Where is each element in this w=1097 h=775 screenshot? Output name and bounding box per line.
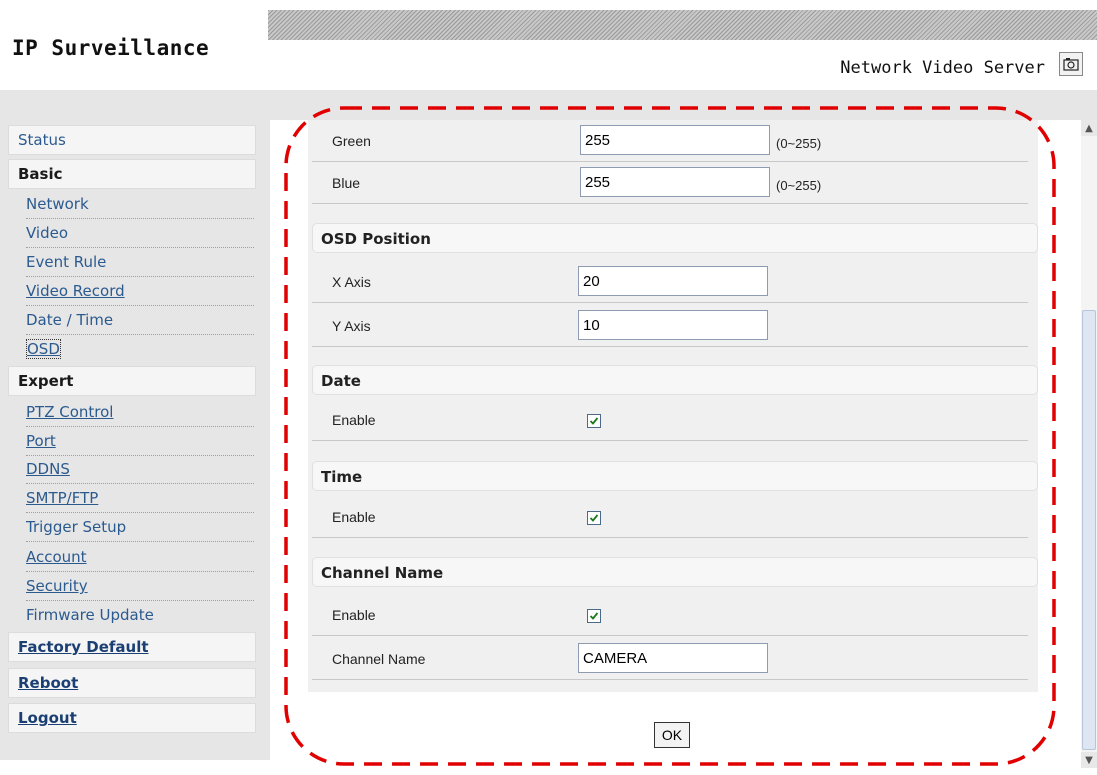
blue-input[interactable] — [580, 167, 770, 197]
blue-label: Blue — [332, 175, 361, 191]
nav-event-rule[interactable]: Event Rule — [26, 249, 254, 277]
green-input[interactable] — [580, 125, 770, 155]
vertical-scrollbar[interactable]: ▲ ▼ — [1081, 120, 1097, 768]
row-time-enable: Enable — [312, 496, 1028, 538]
nav-account[interactable]: Account — [26, 544, 254, 572]
nav-logout[interactable]: Logout — [8, 703, 256, 733]
nav-section-expert: Expert — [8, 366, 256, 396]
nav-status[interactable]: Status — [8, 125, 256, 155]
channel-enable-label: Enable — [332, 607, 376, 623]
header-hatch-bar — [268, 10, 1097, 40]
green-range-hint: (0~255) — [776, 136, 822, 151]
section-date: Date — [312, 365, 1038, 395]
date-title: Date — [321, 372, 361, 390]
nav-factory-default[interactable]: Factory Default — [8, 632, 256, 662]
nav-reboot[interactable]: Reboot — [8, 668, 256, 698]
camera-button[interactable] — [1059, 52, 1083, 76]
nav-security[interactable]: Security — [26, 573, 254, 601]
nav-date-time[interactable]: Date / Time — [26, 307, 254, 335]
row-x-axis: X Axis — [312, 261, 1028, 303]
checkmark-icon — [589, 612, 599, 620]
time-enable-label: Enable — [332, 509, 376, 525]
nav-video[interactable]: Video — [26, 220, 254, 248]
checkmark-icon — [589, 514, 599, 522]
server-title: Network Video Server — [840, 58, 1045, 78]
section-channel-name: Channel Name — [312, 557, 1038, 587]
y-axis-label: Y Axis — [332, 318, 371, 334]
section-osd-position: OSD Position — [312, 223, 1038, 253]
nav-smtp-ftp[interactable]: SMTP/FTP — [26, 485, 254, 513]
x-axis-label: X Axis — [332, 274, 371, 290]
nav-video-record[interactable]: Video Record — [26, 278, 254, 306]
time-enable-checkbox[interactable] — [587, 511, 601, 525]
channel-name-label: Channel Name — [332, 651, 426, 667]
nav-ddns[interactable]: DDNS — [26, 456, 254, 484]
section-time: Time — [312, 461, 1038, 491]
row-y-axis: Y Axis — [312, 305, 1028, 347]
row-blue: Blue (0~255) — [312, 162, 1028, 204]
nav-osd[interactable]: OSD — [26, 336, 254, 364]
camera-icon — [1063, 58, 1079, 71]
row-date-enable: Enable — [312, 399, 1028, 441]
nav-trigger-setup[interactable]: Trigger Setup — [26, 514, 254, 542]
channel-name-title: Channel Name — [321, 564, 444, 582]
nav-port[interactable]: Port — [26, 428, 254, 456]
date-enable-label: Enable — [332, 412, 376, 428]
green-label: Green — [332, 133, 371, 149]
brand-title: IP Surveillance — [12, 36, 210, 60]
scroll-down-arrow-icon[interactable]: ▼ — [1081, 752, 1097, 768]
channel-name-input[interactable] — [578, 643, 768, 673]
time-title: Time — [321, 468, 363, 486]
blue-range-hint: (0~255) — [776, 178, 822, 193]
ok-button[interactable]: OK — [654, 722, 690, 748]
row-green: Green (0~255) — [312, 120, 1028, 162]
x-axis-input[interactable] — [578, 266, 768, 296]
nav-ptz-control[interactable]: PTZ Control — [26, 399, 254, 427]
row-channel-name: Channel Name — [312, 638, 1028, 680]
osd-position-title: OSD Position — [321, 230, 431, 248]
scroll-up-arrow-icon[interactable]: ▲ — [1081, 120, 1097, 136]
nav-osd-label: OSD — [26, 339, 61, 359]
row-channel-enable: Enable — [312, 594, 1028, 636]
header-gray-band — [0, 90, 1097, 120]
scroll-thumb[interactable] — [1082, 310, 1096, 750]
nav-section-basic: Basic — [8, 159, 256, 189]
checkmark-icon — [589, 417, 599, 425]
nav-network[interactable]: Network — [26, 191, 254, 219]
nav-firmware-update[interactable]: Firmware Update — [26, 602, 254, 630]
channel-enable-checkbox[interactable] — [587, 609, 601, 623]
y-axis-input[interactable] — [578, 310, 768, 340]
date-enable-checkbox[interactable] — [587, 414, 601, 428]
